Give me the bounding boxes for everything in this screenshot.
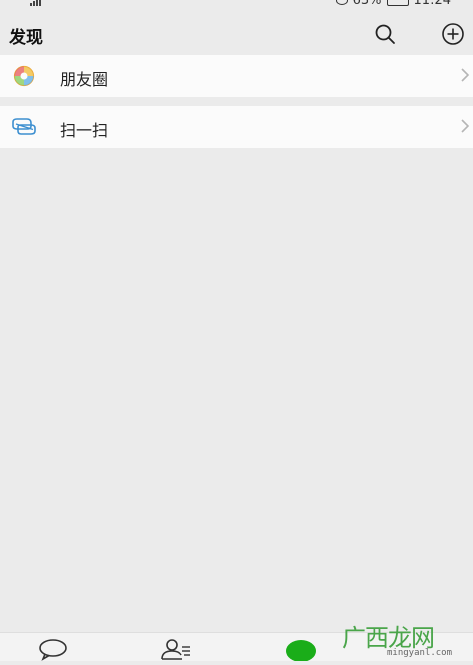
chevron-right-icon [461,119,470,133]
clock: 11:24 [413,0,451,8]
scan-icon [12,118,36,135]
eye-icon [335,0,348,5]
search-button[interactable] [372,21,398,47]
chat-bubble-icon [39,639,67,661]
page-title: 发现 [9,28,43,48]
battery-percent: 63% [352,0,382,8]
watermark-url: mingyanl.com [387,648,453,658]
header: 发现 [0,14,473,54]
tab-discover[interactable] [284,637,318,662]
moments-icon [13,65,35,87]
chevron-right-icon [461,68,470,82]
menu-item-moments[interactable]: 朋友圈 [0,55,473,97]
status-right: 63% 11:24 [335,0,451,8]
menu-item-label: 朋友圈 [60,70,109,89]
signal-icon [30,0,41,6]
battery-icon [386,0,409,6]
compass-icon [286,640,316,662]
contacts-icon [161,639,190,660]
search-icon [375,24,395,44]
menu-item-scan[interactable]: 扫一扫 [0,106,473,148]
status-bar: 63% 11:24 [0,0,473,10]
tab-chats[interactable] [36,637,70,661]
plus-circle-icon [442,23,464,45]
add-button[interactable] [440,21,466,47]
tab-contacts[interactable] [158,637,192,661]
menu-item-label: 扫一扫 [60,121,109,140]
